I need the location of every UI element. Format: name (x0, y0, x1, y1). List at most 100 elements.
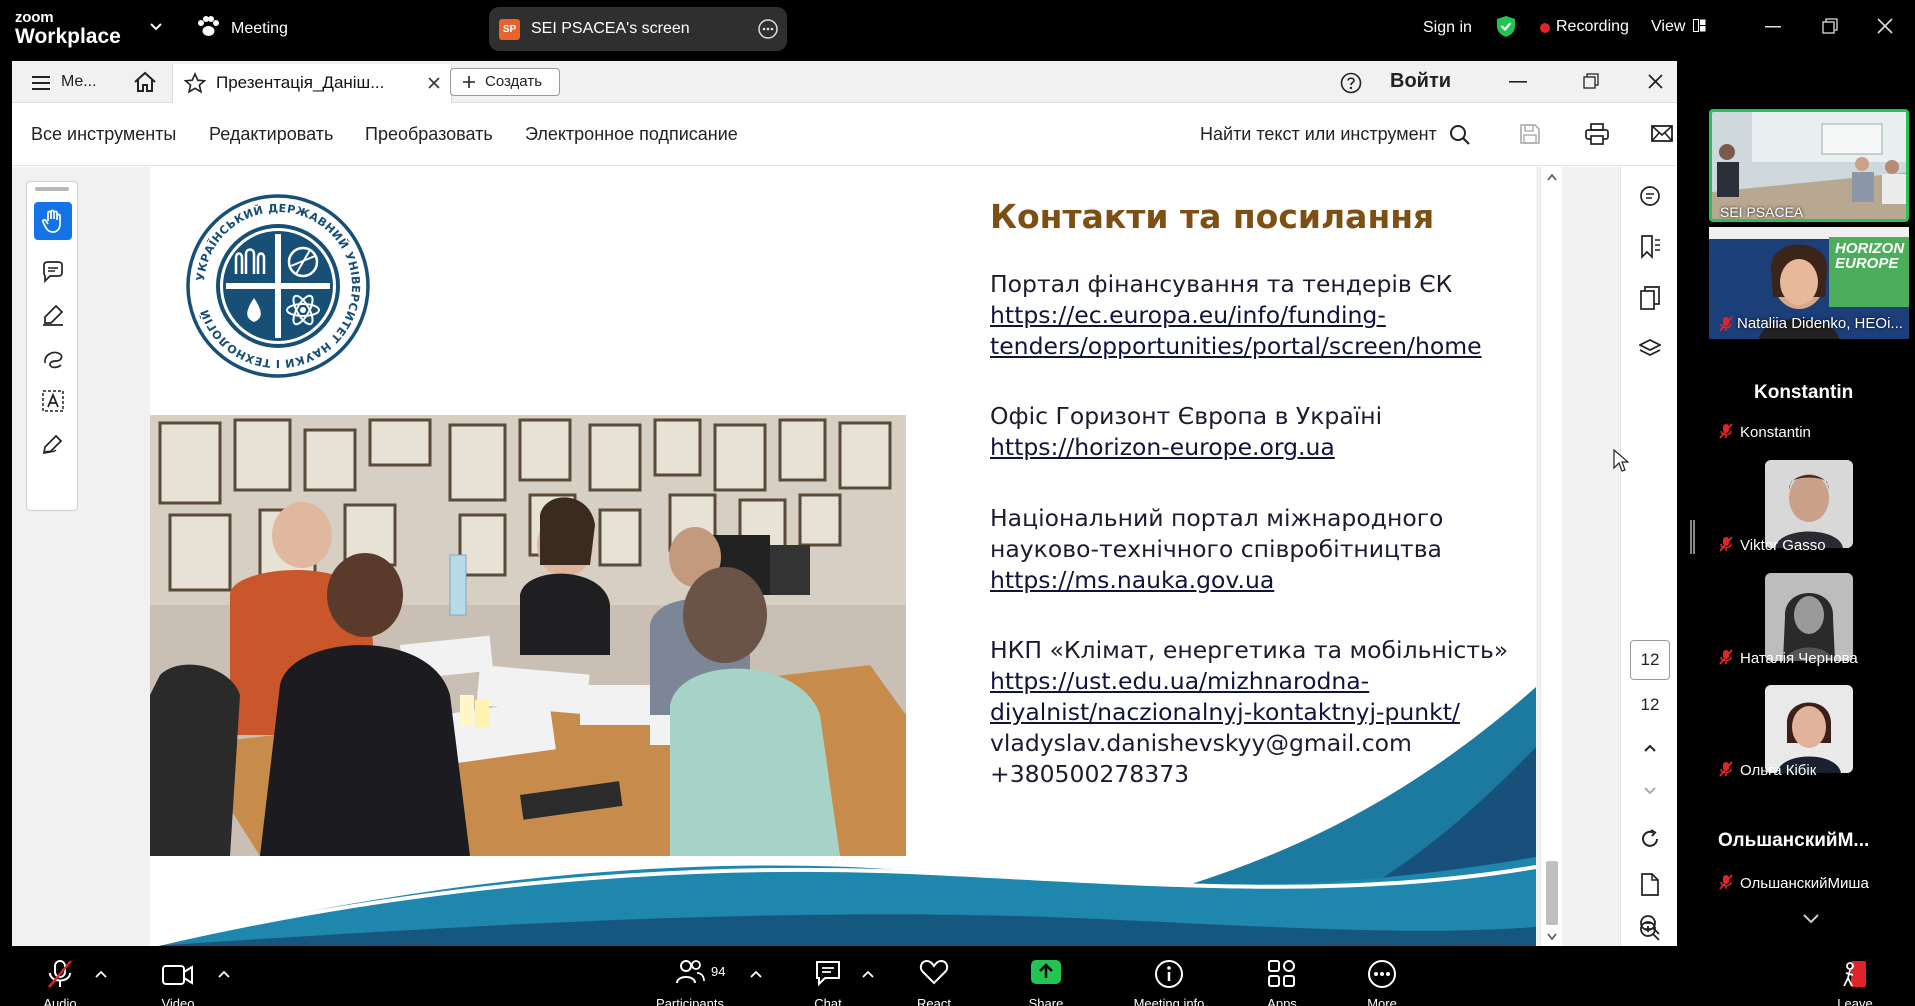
chevron-down-icon (1644, 787, 1656, 795)
save-icon[interactable] (1519, 123, 1541, 145)
participant-name-large: Konstantin (1754, 382, 1854, 403)
mic-off-icon (1719, 649, 1733, 665)
camera-icon (162, 965, 193, 985)
email-icon[interactable] (1651, 125, 1673, 142)
restore-icon[interactable] (1822, 18, 1838, 34)
pen-sign-icon (42, 434, 63, 455)
menu-edit[interactable]: Редактировать (209, 124, 333, 145)
zoom-window: zoom Workplace Meeting SP SEI PSACEA's s… (0, 0, 1915, 1006)
participants-options-chevron-icon[interactable] (750, 970, 762, 978)
freehand-icon (44, 351, 63, 369)
participants-button[interactable]: 94 Participants (645, 946, 735, 1006)
sign-in-link[interactable]: Sign in (1423, 19, 1472, 37)
comment-tool[interactable] (34, 253, 72, 291)
view-menu[interactable]: View (1651, 18, 1685, 36)
document-tab[interactable]: Презентація_Даніш... (172, 64, 452, 103)
previous-page-button[interactable] (1635, 733, 1665, 763)
pages-panel-button[interactable] (1635, 283, 1665, 313)
acrobat-minimize-icon[interactable] (1509, 81, 1527, 83)
highlighter-icon (43, 304, 64, 326)
next-page-button[interactable] (1635, 776, 1665, 806)
scroll-down-icon[interactable] (1547, 933, 1557, 941)
search-icon[interactable] (1449, 124, 1471, 146)
vertical-scrollbar[interactable] (1540, 167, 1562, 946)
close-icon[interactable] (1877, 18, 1893, 34)
react-button[interactable]: React (906, 946, 962, 1006)
recording-dot (1540, 23, 1550, 33)
search-tools-field[interactable]: Найти текст или инструмент (1200, 124, 1437, 145)
hamburger-menu-icon[interactable] (31, 75, 51, 91)
mic-off-icon (1719, 423, 1733, 439)
chevron-down-icon[interactable] (149, 22, 163, 32)
help-icon[interactable] (1340, 72, 1362, 94)
acrobat-menu-bar: Все инструменты Редактировать Преобразов… (12, 104, 1677, 166)
share-screen-icon (1031, 960, 1061, 984)
gallery-scroll-down-icon[interactable] (1802, 913, 1820, 925)
video-options-chevron-icon[interactable] (218, 970, 230, 978)
menu-convert[interactable]: Преобразовать (365, 124, 493, 145)
more-label: More (1367, 996, 1397, 1006)
tab-close-icon[interactable] (428, 77, 440, 89)
meeting-label[interactable]: Meeting (231, 20, 288, 38)
screen-share-indicator[interactable]: SP SEI PSACEA's screen (489, 7, 787, 51)
chat-options-chevron-icon[interactable] (862, 970, 874, 978)
draw-tool[interactable] (34, 339, 72, 377)
hand-tool[interactable] (34, 202, 72, 240)
panel-splitter[interactable] (1690, 520, 1695, 554)
acrobat-restore-icon[interactable] (1583, 73, 1599, 89)
home-icon[interactable] (132, 70, 158, 94)
more-button[interactable]: More (1352, 946, 1412, 1006)
apps-button[interactable]: Apps (1252, 946, 1312, 1006)
zoom-logo-bottom: Workplace (15, 25, 121, 48)
menu-e-sign[interactable]: Электронное подписание (525, 124, 738, 145)
more-options-icon[interactable] (758, 19, 778, 39)
video-button[interactable]: Video (148, 946, 208, 1006)
comments-panel-button[interactable] (1635, 181, 1665, 211)
document-viewport[interactable]: УКРАЇНСЬКИЙ ДЕРЖАВНИЙ УНІВЕРСИТЕТ НАУКИ … (12, 167, 1620, 946)
page-extract-button[interactable] (1635, 870, 1665, 900)
minimize-icon[interactable] (1765, 26, 1781, 28)
meeting-info-button[interactable]: Meeting info (1119, 946, 1219, 1006)
print-icon[interactable] (1585, 123, 1609, 145)
login-button[interactable]: Войти (1390, 70, 1451, 93)
chat-button[interactable]: Chat (800, 946, 856, 1006)
text-tool[interactable] (34, 382, 72, 420)
mic-off-icon (1719, 874, 1733, 890)
leave-button[interactable]: Leave (1825, 946, 1885, 1006)
share-button[interactable]: Share (1016, 946, 1076, 1006)
create-button[interactable]: Создать (450, 68, 560, 96)
mic-muted-icon (48, 960, 72, 988)
rail-grip[interactable] (35, 187, 69, 191)
view-layout-icon[interactable] (1693, 19, 1706, 32)
zoom-logo: zoom Workplace (15, 10, 121, 47)
acrobat-close-icon[interactable] (1648, 74, 1663, 89)
meeting-controls: Audio Video 94 Participants Chat React S… (0, 946, 1915, 1006)
rotate-button[interactable] (1635, 824, 1665, 854)
scroll-up-icon[interactable] (1547, 173, 1557, 181)
shield-check-icon[interactable] (1496, 15, 1516, 38)
recording-label[interactable]: Recording (1556, 18, 1629, 36)
zoom-out-icon[interactable] (1639, 914, 1661, 936)
menu-all-tools[interactable]: Все инструменты (31, 124, 176, 145)
video-tile-nataliia-didenko[interactable]: HORIZON EUROPE Nataliia Didenko, HEOi... (1709, 227, 1909, 339)
bookmarks-panel-button[interactable] (1635, 232, 1665, 262)
avatar-natalia-chernova[interactable] (1765, 573, 1853, 661)
mic-off-icon (1719, 316, 1733, 332)
audio-button[interactable]: Audio (30, 946, 90, 1006)
total-pages: 12 (1640, 695, 1660, 714)
star-icon[interactable] (184, 72, 206, 94)
text-box-icon (42, 390, 64, 412)
menu-label[interactable]: Me... (61, 73, 97, 91)
participant-gallery: SEI PSACEA HORIZON EUROPE Nataliia Diden… (1707, 105, 1915, 940)
audio-options-chevron-icon[interactable] (95, 970, 107, 978)
sign-tool[interactable] (34, 425, 72, 463)
hand-icon (42, 209, 61, 233)
layers-panel-button[interactable] (1635, 334, 1665, 364)
video-tile-sei-psacea[interactable]: SEI PSACEA (1709, 109, 1909, 222)
avatar-viktor-gasso[interactable] (1765, 460, 1853, 548)
current-page-input[interactable]: 12 (1630, 640, 1670, 680)
highlight-tool[interactable] (34, 296, 72, 334)
react-label: React (917, 996, 951, 1006)
scrollbar-thumb[interactable] (1546, 861, 1558, 925)
avatar-olga-kibik[interactable] (1765, 685, 1853, 773)
